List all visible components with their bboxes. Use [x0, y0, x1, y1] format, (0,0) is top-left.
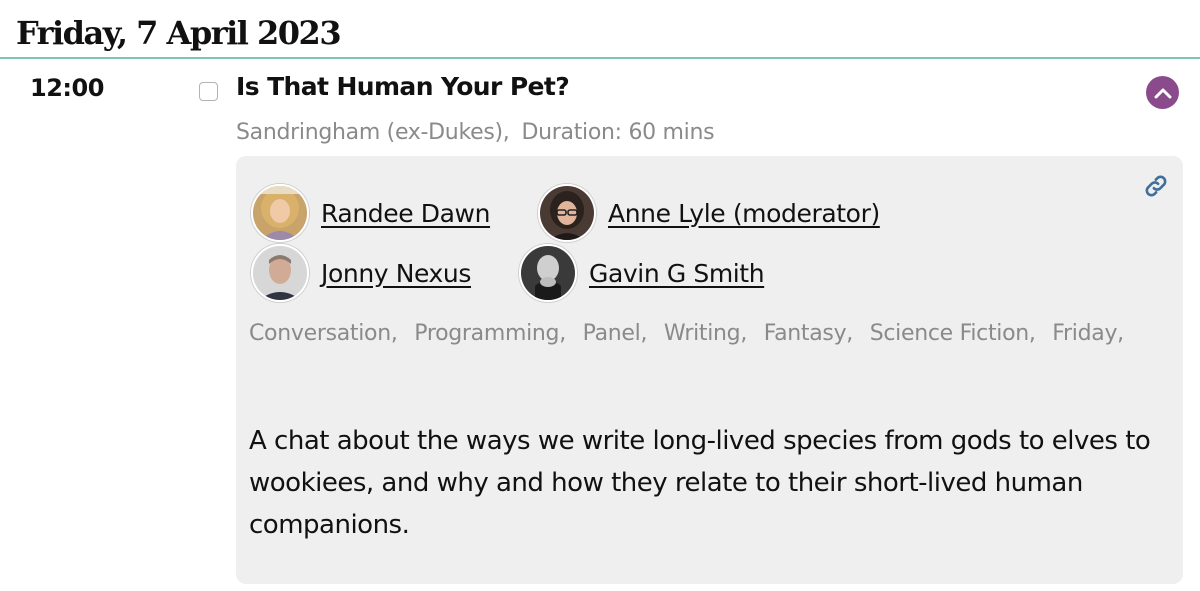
session-meta: Sandringham (ex-Dukes), Duration: 60 mins: [236, 120, 715, 145]
participant-randee-dawn: Randee Dawn: [251, 184, 490, 242]
tag[interactable]: Friday,: [1052, 321, 1124, 346]
day-divider: [0, 57, 1200, 59]
tag[interactable]: Panel,: [583, 321, 648, 346]
session-select-checkbox[interactable]: [199, 82, 218, 101]
participant-name[interactable]: Jonny Nexus: [321, 259, 471, 288]
avatar[interactable]: [251, 184, 309, 242]
link-icon: [1145, 175, 1167, 197]
tag[interactable]: Fantasy,: [764, 321, 854, 346]
session-description: A chat about the ways we write long-live…: [249, 426, 1151, 540]
tag[interactable]: Science Fiction,: [870, 321, 1036, 346]
session-time: 12:00: [30, 74, 104, 102]
avatar[interactable]: [251, 244, 309, 302]
tag[interactable]: Writing,: [664, 321, 747, 346]
participant-name[interactable]: Randee Dawn: [321, 199, 490, 228]
tag[interactable]: Conversation,: [249, 321, 398, 346]
participant-name[interactable]: Gavin G Smith: [589, 259, 765, 288]
tag-list: Conversation, Programming, Panel, Writin…: [249, 316, 1149, 352]
participant-jonny-nexus: Jonny Nexus: [251, 244, 471, 302]
avatar[interactable]: [519, 244, 577, 302]
chevron-up-icon: [1154, 88, 1171, 98]
avatar[interactable]: [538, 184, 596, 242]
session-title[interactable]: Is That Human Your Pet?: [236, 72, 570, 101]
day-header: Friday, 7 April 2023: [16, 14, 342, 52]
tag[interactable]: Programming,: [414, 321, 566, 346]
session-room: Sandringham (ex-Dukes),: [236, 120, 510, 145]
participant-gavin-g-smith: Gavin G Smith: [519, 244, 765, 302]
participant-name[interactable]: Anne Lyle (moderator): [608, 199, 880, 228]
session-duration: Duration: 60 mins: [521, 120, 715, 145]
participant-anne-lyle: Anne Lyle (moderator): [538, 184, 880, 242]
collapse-button[interactable]: [1146, 76, 1179, 109]
permalink-button[interactable]: [1143, 173, 1169, 199]
